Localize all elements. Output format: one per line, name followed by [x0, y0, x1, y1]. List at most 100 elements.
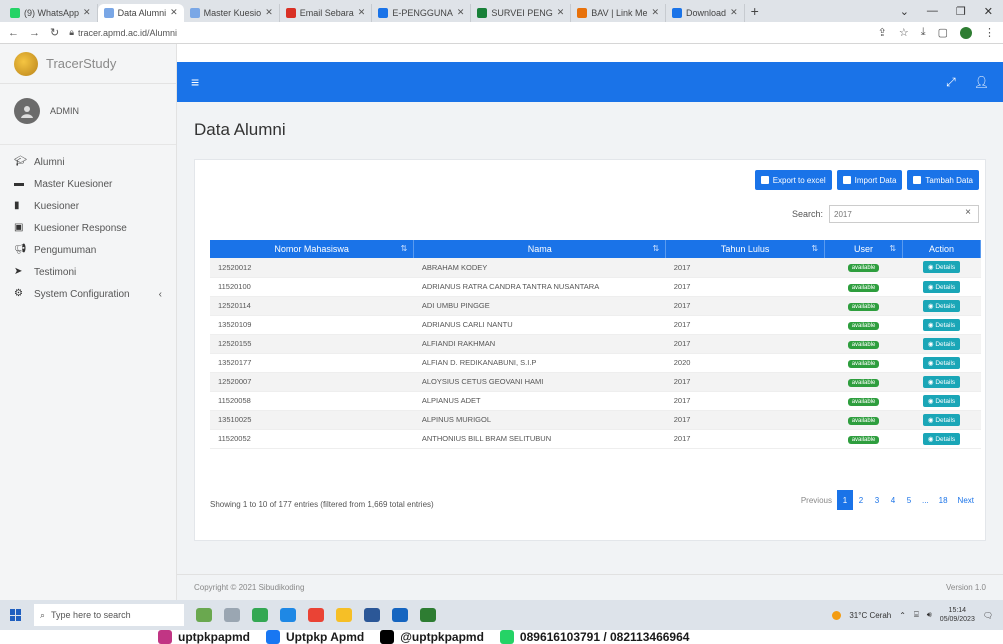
search-icon: ⌕ — [40, 609, 46, 620]
column-header[interactable]: User ⇅ — [824, 240, 904, 258]
close-tab-icon[interactable]: ✕ — [358, 7, 366, 18]
page-button[interactable]: 4 — [885, 490, 901, 510]
browser-tab[interactable]: E-PENGGUNA ✕ — [372, 3, 472, 22]
task-view-icon[interactable] — [196, 608, 212, 622]
sidebar-item-system-configuration[interactable]: ⚙ System Configuration ‹ — [0, 283, 176, 305]
download-icon[interactable]: ⤓ — [921, 26, 926, 39]
hamburger-menu-icon[interactable]: ≡ — [191, 74, 199, 90]
sidebar-item-alumni[interactable]: 🎓︎ Alumni — [0, 151, 176, 173]
browser-tab[interactable]: Master Kuesio ✕ — [184, 3, 280, 22]
prev-page-button[interactable]: Previous — [796, 490, 837, 510]
word-icon[interactable] — [392, 608, 408, 622]
sidebar-item-kuesioner[interactable]: ▮ Kuesioner — [0, 195, 176, 217]
tray-chevron-icon[interactable]: ⌃ — [899, 611, 906, 620]
page-button[interactable]: 5 — [901, 490, 917, 510]
details-button[interactable]: ◉ Details — [922, 337, 961, 350]
volume-icon[interactable]: 🔊︎ — [927, 610, 932, 620]
footer: Copyright © 2021 Sibudikoding Version 1.… — [177, 574, 1003, 600]
close-tab-icon[interactable]: ✕ — [730, 7, 738, 18]
column-header[interactable]: Tahun Lulus ⇅ — [665, 240, 826, 258]
back-icon[interactable]: ← — [8, 27, 19, 39]
taskbar-search[interactable]: ⌕ Type here to search — [34, 604, 184, 626]
user-menu-icon[interactable]: 👤︎ — [974, 75, 989, 90]
details-button[interactable]: ◉ Details — [922, 375, 961, 388]
windows-start-icon[interactable] — [10, 609, 22, 621]
side-panel-icon[interactable]: ▢ — [938, 26, 948, 39]
browser-tab[interactable]: Data Alumni ✕ — [97, 3, 184, 22]
import-data-button[interactable]: Import Data — [836, 170, 903, 190]
browser-tab[interactable]: SURVEI PENG ✕ — [471, 3, 572, 22]
details-button[interactable]: ◉ Details — [922, 432, 961, 445]
reload-icon[interactable]: ↻ — [50, 26, 59, 39]
nama-cell: ALPINUS MURIGOL — [413, 410, 666, 430]
details-button[interactable]: ◉ Details — [922, 413, 961, 426]
sidebar-item-master-kuesioner[interactable]: ▬ Master Kuesioner — [0, 173, 176, 195]
explorer-icon[interactable] — [224, 608, 240, 622]
details-button[interactable]: ◉ Details — [922, 356, 961, 369]
nim-cell: 13520177 — [210, 353, 414, 373]
table-header-row: Nomor Mahasiswa ⇅ Nama ⇅ Tahun Lulus ⇅ User ⇅ Ac… — [210, 240, 981, 258]
close-tab-icon[interactable]: ✕ — [170, 7, 178, 18]
details-button[interactable]: ◉ Details — [922, 280, 961, 293]
page-button[interactable]: 3 — [869, 490, 885, 510]
notification-icon[interactable]: 🗨︎ — [983, 611, 993, 620]
alumni-table: Nomor Mahasiswa ⇅ Nama ⇅ Tahun Lulus ⇅ User ⇅ Ac… — [210, 240, 981, 449]
tab-label: BAV | Link Me — [591, 7, 648, 18]
bookmark-star-icon[interactable]: ☆ — [899, 26, 909, 39]
browser-tab[interactable]: (9) WhatsApp ✕ — [4, 3, 98, 22]
close-window-button[interactable]: ✕ — [984, 5, 993, 18]
page-button[interactable]: 18 — [934, 490, 953, 510]
action-cell: ◉ Details — [902, 258, 981, 278]
url-field[interactable]: 🔒︎ tracer.apmd.ac.id/Alumni — [69, 27, 177, 38]
browser-tab[interactable]: BAV | Link Me ✕ — [571, 3, 667, 22]
close-tab-icon[interactable]: ✕ — [83, 7, 91, 18]
add-data-button[interactable]: Tambah Data — [907, 170, 979, 190]
sidebar-item-pengumuman[interactable]: 📢︎ Pengumuman — [0, 239, 176, 261]
weather-text: 31°C Cerah — [849, 610, 892, 620]
profile-avatar[interactable] — [960, 26, 972, 39]
next-page-button[interactable]: Next — [953, 490, 979, 510]
page-button[interactable]: 1 — [836, 490, 853, 510]
window-controls: ⌄ — ❐ ✕ — [900, 5, 1003, 18]
details-label: Details — [935, 435, 956, 443]
close-tab-icon[interactable]: ✕ — [265, 7, 273, 18]
page-button[interactable]: 2 — [853, 490, 869, 510]
close-tab-icon[interactable]: ✕ — [557, 7, 565, 18]
app-icon[interactable] — [308, 608, 324, 622]
sidebar-item-kuesioner-response[interactable]: ▣ Kuesioner Response — [0, 217, 176, 239]
action-cell: ◉ Details — [902, 372, 981, 392]
tab-search-icon[interactable]: ⌄ — [900, 5, 909, 18]
network-icon[interactable]: ⌸ — [914, 610, 919, 620]
browser-tab[interactable]: Download ✕ — [666, 3, 745, 22]
details-button[interactable]: ◉ Details — [922, 318, 961, 331]
details-button[interactable]: ◉ Details — [922, 299, 961, 312]
edge-icon[interactable] — [280, 608, 296, 622]
new-tab-button[interactable]: + — [751, 3, 759, 19]
folder-icon[interactable] — [336, 608, 352, 622]
sidebar-item-testimoni[interactable]: ➤ Testimoni — [0, 261, 176, 283]
search-input[interactable] — [829, 205, 979, 223]
browser-tab[interactable]: Email Sebara ✕ — [280, 3, 373, 22]
details-button[interactable]: ◉ Details — [922, 261, 961, 274]
minimize-button[interactable]: — — [927, 5, 938, 18]
chrome-icon[interactable] — [252, 608, 268, 622]
column-header[interactable]: Nomor Mahasiswa ⇅ — [210, 240, 415, 258]
close-tab-icon[interactable]: ✕ — [651, 7, 659, 18]
fullscreen-icon[interactable]: ⤢ — [946, 75, 956, 90]
clock[interactable]: 15:14 05/09/2023 — [940, 606, 975, 624]
table-row: 12520114 ADI UMBU PINGGE 2017 available ◉ De… — [210, 296, 981, 316]
table-row: 13520177 ALFIAN D. REDIKANABUNI, S.I.P 202… — [210, 353, 981, 373]
excel-icon[interactable] — [420, 608, 436, 622]
store-icon[interactable] — [364, 608, 380, 622]
restore-button[interactable]: ❐ — [956, 5, 966, 18]
details-button[interactable]: ◉ Details — [922, 394, 961, 407]
browser-menu-icon[interactable]: ⋮ — [984, 26, 995, 39]
forward-icon[interactable]: → — [29, 27, 40, 39]
export-excel-button[interactable]: Export to excel — [754, 170, 832, 190]
brand[interactable]: TracerStudy — [0, 44, 177, 84]
share-icon[interactable]: ⇪ — [878, 26, 887, 39]
clear-search-icon[interactable]: × — [965, 207, 971, 218]
column-header[interactable]: Nama ⇅ — [413, 240, 667, 258]
column-header[interactable]: Action — [902, 240, 981, 258]
close-tab-icon[interactable]: ✕ — [457, 7, 465, 18]
